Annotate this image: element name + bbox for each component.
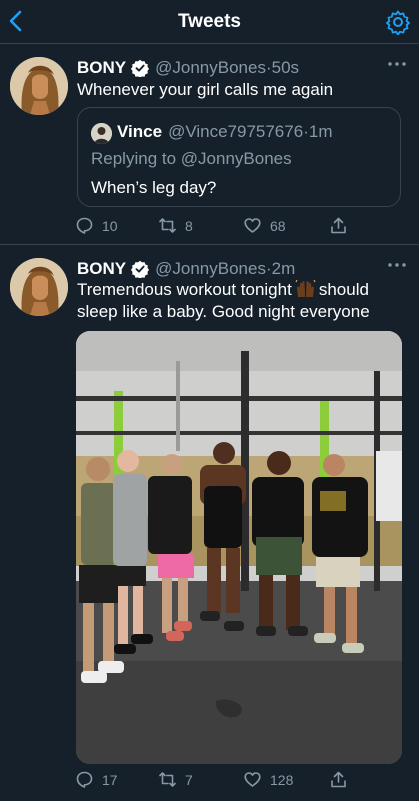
quoted-tweet[interactable]: Vince @Vince79757676 · 1m Replying to @J… <box>77 107 401 207</box>
top-nav-bar: Tweets <box>0 0 419 44</box>
quoted-header: Vince @Vince79757676 · 1m <box>117 122 332 142</box>
reply-button[interactable]: 10 <box>76 217 118 234</box>
quoted-handle: @Vince79757676 <box>168 122 304 141</box>
display-name[interactable]: BONY <box>77 58 126 78</box>
like-button[interactable]: 128 <box>244 771 293 788</box>
avatar[interactable] <box>10 258 68 316</box>
tweet-actions: 10 8 68 <box>76 217 406 239</box>
like-button[interactable]: 68 <box>244 217 286 234</box>
page-title: Tweets <box>177 11 241 32</box>
tweet-photo[interactable] <box>76 331 402 764</box>
gear-icon[interactable] <box>385 9 411 35</box>
tweet-timestamp: 2m <box>271 259 296 278</box>
quoted-text: When’s leg day? <box>91 178 217 197</box>
reply-icon <box>76 217 93 234</box>
tweet-text: Whenever your girl calls me again <box>77 80 334 99</box>
reply-count: 17 <box>102 771 118 788</box>
tweet-text: Tremendous workout tonight should sleep … <box>77 279 407 323</box>
tweet-timestamp: 50s <box>271 58 300 77</box>
user-handle[interactable]: @JonnyBones <box>155 58 266 78</box>
reply-icon <box>76 771 93 788</box>
replying-to-handle[interactable]: @JonnyBones <box>181 149 292 168</box>
share-button[interactable] <box>330 771 347 788</box>
tweet-text-part: should <box>318 280 369 299</box>
verified-badge-icon <box>131 59 150 77</box>
quoted-display-name: Vince <box>117 122 163 141</box>
retweet-icon <box>159 772 176 787</box>
like-count: 68 <box>270 217 286 234</box>
replying-to-prefix: Replying to <box>91 149 181 168</box>
like-count: 128 <box>270 771 294 788</box>
tweet-actions: 17 7 128 <box>76 771 406 793</box>
tweet-header: BONY @JonnyBones · 50s <box>77 57 299 79</box>
quoted-avatar <box>91 123 112 144</box>
verified-badge-icon <box>131 260 150 278</box>
replying-to-line: Replying to @JonnyBones <box>91 149 292 169</box>
tweet[interactable]: BONY @JonnyBones · 2m Tremendous workout… <box>0 246 419 801</box>
heart-icon <box>244 772 261 787</box>
quoted-timestamp: 1m <box>308 122 333 141</box>
user-handle[interactable]: @JonnyBones <box>155 259 266 279</box>
retweet-count: 8 <box>185 217 193 234</box>
retweet-icon <box>159 218 176 233</box>
retweet-button[interactable]: 7 <box>159 771 193 788</box>
reply-count: 10 <box>102 217 118 234</box>
more-options-icon[interactable] <box>387 258 407 272</box>
tweet-text-part: Tremendous workout tonight <box>77 280 292 299</box>
avatar[interactable] <box>10 57 68 115</box>
retweet-button[interactable]: 8 <box>159 217 193 234</box>
display-name[interactable]: BONY <box>77 259 126 279</box>
raised-hands-emoji-icon <box>295 279 316 297</box>
share-icon <box>331 771 346 788</box>
tweet-header: BONY @JonnyBones · 2m <box>77 258 295 280</box>
more-options-icon[interactable] <box>387 57 407 71</box>
share-icon <box>331 217 346 234</box>
reply-button[interactable]: 17 <box>76 771 118 788</box>
heart-icon <box>244 218 261 233</box>
retweet-count: 7 <box>185 771 193 788</box>
share-button[interactable] <box>330 217 347 234</box>
tweet-text-line2: sleep like a baby. Good night everyone <box>77 302 370 321</box>
tweet[interactable]: BONY @JonnyBones · 50s Whenever your gir… <box>0 45 419 245</box>
